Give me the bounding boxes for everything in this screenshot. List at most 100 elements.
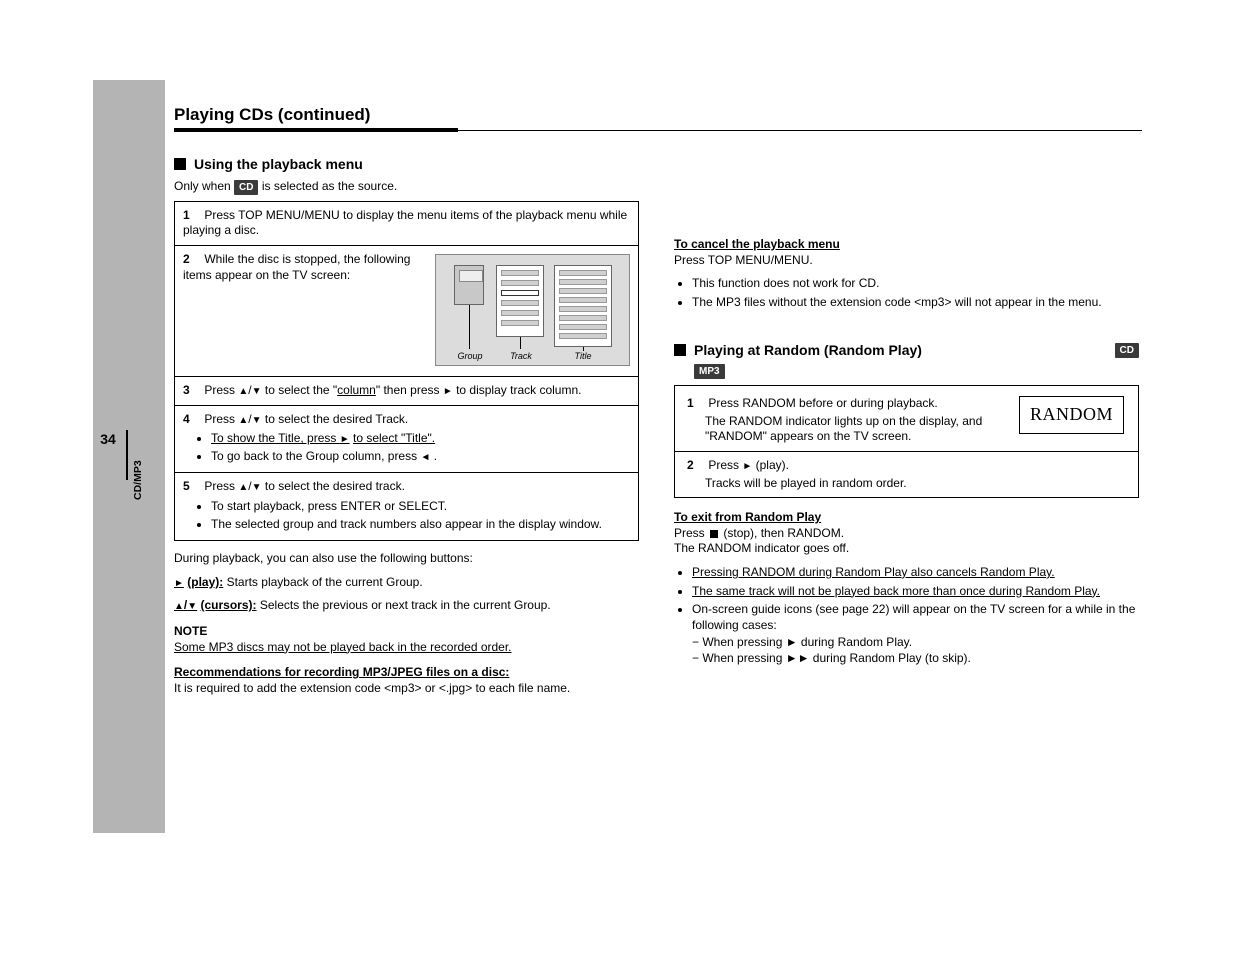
chapter-title: Playing CDs (continued) bbox=[174, 104, 370, 126]
heading-random: Playing at Random (Random Play) CD bbox=[674, 341, 1139, 359]
right-column: To cancel the playback menu Press TOP ME… bbox=[674, 155, 1139, 696]
random-display: RANDOM bbox=[1019, 396, 1124, 433]
note-head: NOTE bbox=[174, 624, 639, 640]
cursor-head: / (cursors): Selects the previous or nex… bbox=[174, 598, 639, 614]
up-icon bbox=[174, 598, 184, 612]
note-text: Some MP3 discs may not be played back in… bbox=[174, 640, 512, 654]
r2b: (play). bbox=[756, 458, 789, 472]
list-item bbox=[559, 297, 607, 303]
sidebar-gray-strip bbox=[93, 80, 165, 833]
during-playback-line: During playback, you can also use the fo… bbox=[174, 551, 639, 567]
rn-c: On-screen guide icons (see page 22) will… bbox=[692, 602, 1139, 666]
list-item bbox=[501, 290, 539, 296]
s5-b2: The selected group and track numbers als… bbox=[211, 517, 630, 533]
left-icon bbox=[420, 449, 430, 463]
cd-badge: CD bbox=[1115, 343, 1139, 358]
random-step-2: 2 Press (play). Tracks will be played in… bbox=[687, 458, 1126, 491]
rn-c-text: On-screen guide icons (see page 22) will… bbox=[692, 602, 1135, 632]
cancel-body: Press TOP MENU/MENU. bbox=[674, 253, 1139, 269]
list-item bbox=[501, 310, 539, 316]
random-step-1: 1 Press RANDOM before or during playback… bbox=[687, 396, 1126, 445]
step-num: 3 bbox=[183, 383, 201, 399]
rn-a: Pressing RANDOM during Random Play also … bbox=[692, 565, 1139, 581]
cursor-body: Selects the previous or next track in th… bbox=[260, 598, 551, 612]
play-icon bbox=[742, 458, 752, 472]
play-icon bbox=[443, 383, 453, 397]
cd-badge: CD bbox=[234, 180, 258, 195]
s4a: Press bbox=[204, 412, 238, 426]
diagram-title-panel bbox=[554, 265, 612, 347]
exit-body: Press (stop), then RANDOM. bbox=[674, 526, 1139, 542]
s4b1b: to select "Title". bbox=[353, 431, 435, 445]
list-item bbox=[501, 300, 539, 306]
down-icon bbox=[252, 383, 262, 397]
heading-left: Using the playback menu bbox=[174, 155, 639, 173]
cancel-b2: The MP3 files without the extension code… bbox=[692, 295, 1139, 311]
up-icon bbox=[238, 479, 248, 493]
list-item bbox=[501, 270, 539, 276]
rule-thick bbox=[174, 128, 458, 132]
content-columns: Using the playback menu Only when CD is … bbox=[174, 155, 1139, 696]
s4-b2: To go back to the Group column, press . bbox=[211, 449, 630, 465]
exit-body2: The RANDOM indicator goes off. bbox=[674, 541, 1139, 557]
s5b: to select the desired track. bbox=[265, 479, 405, 493]
page-number: 34 bbox=[93, 430, 123, 448]
callout-line bbox=[469, 305, 470, 349]
rn-a-text: Pressing RANDOM during Random Play also … bbox=[692, 565, 1055, 579]
step-2: Group Track Title 2 While the disc is st… bbox=[175, 245, 638, 376]
step-3: 3 Press / to select the "column" then pr… bbox=[175, 376, 638, 405]
step-num: 1 bbox=[183, 208, 201, 224]
step-num: 1 bbox=[687, 396, 705, 412]
list-item bbox=[559, 324, 607, 330]
s3d: to display track column. bbox=[456, 383, 581, 397]
after-table-block: During playback, you can also use the fo… bbox=[174, 551, 639, 696]
random-step-1-text: 1 Press RANDOM before or during playback… bbox=[687, 396, 1009, 445]
diagram-track-panel bbox=[496, 265, 544, 337]
up-icon bbox=[238, 383, 248, 397]
rn-c2: − When pressing ►► during Random Play (t… bbox=[692, 651, 1139, 667]
s4b1a: To show the Title, press bbox=[211, 431, 340, 445]
step-1: 1 Press TOP MENU/MENU to display the men… bbox=[175, 202, 638, 245]
s4b2b: . bbox=[434, 449, 437, 463]
s4b2a: To go back to the Group column, press bbox=[211, 449, 420, 463]
step-4-bullets: To show the Title, press to select "Titl… bbox=[211, 431, 630, 464]
r2c: Tracks will be played in random order. bbox=[705, 476, 1126, 492]
cancel-head: To cancel the playback menu bbox=[674, 237, 1139, 253]
rule-thin bbox=[458, 130, 1142, 131]
s3b: to select the " bbox=[265, 383, 337, 397]
step-num: 5 bbox=[183, 479, 201, 495]
cursor-head-text: (cursors): bbox=[201, 598, 257, 612]
stop-icon bbox=[710, 530, 718, 538]
s4b: to select the desired Track. bbox=[265, 412, 408, 426]
steps-table: 1 Press TOP MENU/MENU to display the men… bbox=[174, 201, 639, 541]
r1a: Press RANDOM before or during playback. bbox=[708, 396, 937, 410]
step-3-text: Press / to select the "column" then pres… bbox=[204, 383, 581, 397]
cancel-bullets: This function does not work for CD. The … bbox=[692, 276, 1139, 310]
list-item bbox=[559, 279, 607, 285]
intro-line: Only when CD is selected as the source. bbox=[174, 179, 639, 195]
note-line: Some MP3 discs may not be played back in… bbox=[174, 640, 639, 656]
s4-b1: To show the Title, press to select "Titl… bbox=[211, 431, 630, 447]
list-item bbox=[559, 306, 607, 312]
step-5: 5 Press / to select the desired track. T… bbox=[175, 472, 638, 540]
section-label: CD/MP3 bbox=[132, 430, 150, 530]
step-4-text: Press / to select the desired Track. bbox=[204, 412, 408, 426]
square-bullet-icon bbox=[674, 344, 686, 356]
step-num: 4 bbox=[183, 412, 201, 428]
exit-head: To exit from Random Play bbox=[674, 510, 1139, 526]
rn-b: The same track will not be played back m… bbox=[692, 584, 1139, 600]
diagram-group-panel bbox=[454, 265, 484, 305]
play-button-head: (play): Starts playback of the current G… bbox=[174, 575, 639, 591]
down-icon bbox=[187, 598, 197, 612]
right-icon bbox=[340, 431, 350, 445]
s3a: Press bbox=[204, 383, 238, 397]
step-5-bullets: To start playback, press ENTER or SELECT… bbox=[211, 499, 630, 532]
exit-b2: (stop), then RANDOM. bbox=[723, 526, 844, 540]
diagram-label-group: Group bbox=[454, 351, 486, 363]
mp3-badge-row: MP3 bbox=[694, 364, 1139, 380]
limitations-head: Recommendations for recording MP3/JPEG f… bbox=[174, 665, 639, 681]
page-number-divider bbox=[126, 430, 128, 480]
heading-left-text: Using the playback menu bbox=[194, 155, 363, 173]
s5a: Press bbox=[204, 479, 238, 493]
step-num: 2 bbox=[687, 458, 705, 474]
